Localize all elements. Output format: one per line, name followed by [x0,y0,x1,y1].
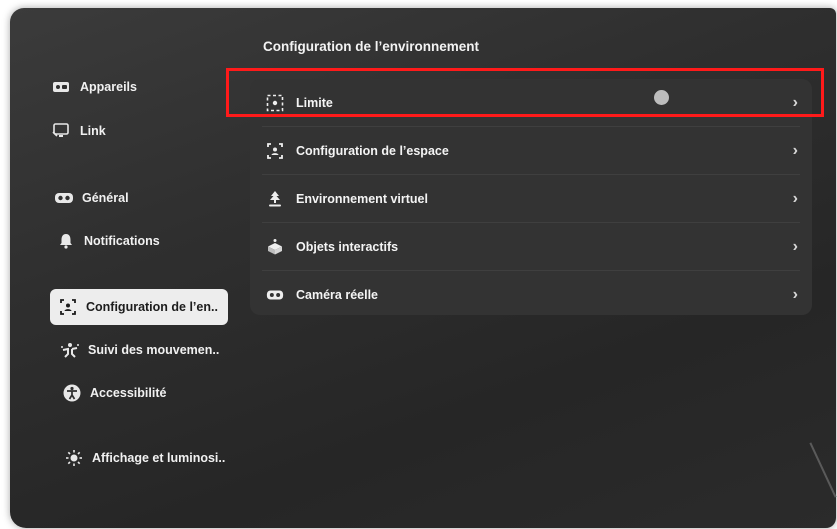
headset-icon [54,190,74,206]
devices-icon [52,79,72,95]
list-item-label: Caméra réelle [296,287,379,302]
accessibility-icon [62,384,82,402]
bell-icon [56,233,76,249]
virtual-environment-icon [266,190,284,208]
sidebar-item-label: Affichage et luminosi.. [92,451,226,465]
link-monitor-icon [52,123,72,139]
list-item-label: Objets interactifs [296,239,399,254]
sidebar-item-appareils[interactable]: Appareils [52,70,137,104]
sidebar-item-label: Notifications [84,234,160,248]
list-item-label: Environnement virtuel [296,191,428,206]
sidebar-item-label: Accessibilité [90,386,167,400]
chevron-right-icon: › [792,237,798,255]
space-setup-icon [266,142,284,160]
sidebar-item-label: Suivi des mouvemen.. [88,343,220,357]
sidebar-item-accessibilite[interactable]: Accessibilité [62,376,166,410]
list-item-label: Configuration de l’espace [296,143,449,158]
space-setup-icon [58,299,78,315]
sidebar-item-label: Appareils [80,80,137,94]
sidebar-item-link[interactable]: Link [52,114,106,148]
sidebar-item-suivi-mouvements[interactable]: Suivi des mouvemen.. [60,333,219,367]
chevron-right-icon: › [792,141,798,159]
sidebar-item-label: Link [80,124,106,138]
brightness-icon [64,450,84,466]
sidebar-item-notifications[interactable]: Notifications [56,224,160,258]
motion-tracking-icon [60,342,80,358]
sidebar-item-label: Général [82,191,129,205]
chevron-right-icon: › [792,189,798,207]
sidebar-item-general[interactable]: Général [54,181,129,215]
passthrough-camera-icon [266,286,284,304]
chevron-right-icon: › [792,285,798,303]
list-item-environnement-virtuel[interactable]: Environnement virtuel › [250,175,812,222]
list-item-camera-reelle[interactable]: Caméra réelle › [250,271,812,315]
sidebar-item-affichage-luminosite[interactable]: Affichage et luminosi.. [64,441,225,475]
list-item-configuration-espace[interactable]: Configuration de l’espace › [250,127,812,174]
pointer-cursor [654,90,669,105]
highlight-box [226,68,824,117]
interactive-objects-icon [266,238,284,256]
sidebar-item-configuration-environnement[interactable]: Configuration de l’en.. [50,289,228,325]
list-item-objets-interactifs[interactable]: Objets interactifs › [250,223,812,270]
sidebar-item-label: Configuration de l’en.. [86,300,218,314]
page-title: Configuration de l’environnement [263,39,480,54]
